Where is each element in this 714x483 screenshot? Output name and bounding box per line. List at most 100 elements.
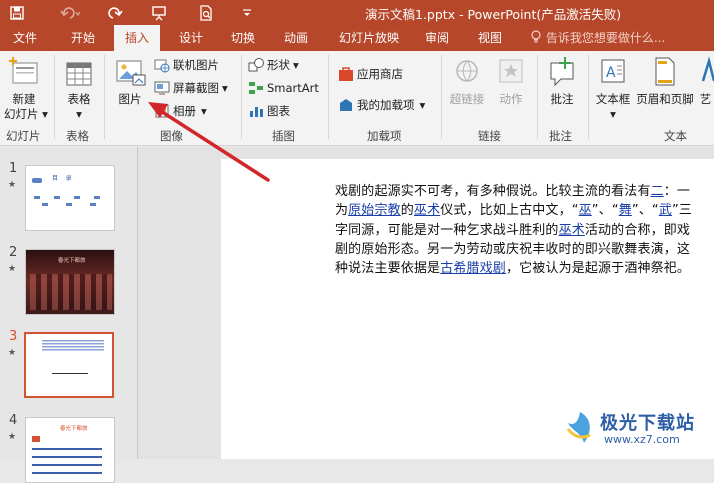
- comment-icon: [550, 57, 574, 87]
- group-divider: [441, 55, 442, 139]
- shapes-button[interactable]: 形状 ▾: [248, 55, 299, 75]
- text-link[interactable]: 原始宗教: [348, 203, 401, 218]
- new-slide-button[interactable]: 新建 幻灯片 ▾: [4, 55, 48, 122]
- store-icon: [339, 67, 353, 81]
- my-addins-label: 我的加载项: [357, 98, 415, 112]
- window-title: 演示文稿1.pptx - PowerPoint(产品激活失败): [365, 7, 622, 22]
- comment-button[interactable]: 批注: [541, 55, 583, 107]
- thumb-list: [32, 448, 102, 478]
- tab-animations[interactable]: 动画: [273, 25, 319, 51]
- group-divider: [588, 55, 589, 139]
- text-link[interactable]: 舞: [619, 203, 632, 218]
- thumb-decoration: [32, 436, 40, 442]
- body-text: “: [571, 203, 579, 219]
- chevron-down-icon: ▾: [610, 107, 616, 121]
- hyperlink-button[interactable]: 超链接: [447, 55, 487, 107]
- new-slide-label1: 新建: [12, 92, 36, 106]
- addins-icon: [340, 99, 352, 111]
- table-button[interactable]: 表格 ▾: [60, 55, 98, 122]
- undo-icon[interactable]: [56, 3, 86, 22]
- tab-review[interactable]: 审阅: [417, 25, 457, 51]
- online-picture-button[interactable]: 联机图片: [154, 55, 219, 75]
- wordart-icon: [701, 56, 714, 82]
- text-link[interactable]: 巫: [579, 203, 592, 218]
- customize-qat-icon[interactable]: [238, 3, 256, 22]
- tab-view[interactable]: 视图: [470, 25, 510, 51]
- title-bar: 演示文稿1.pptx - PowerPoint(产品激活失败): [0, 0, 714, 25]
- slide-thumbnail-2[interactable]: 春光下都旅: [25, 249, 115, 315]
- tab-insert[interactable]: 插入: [114, 25, 160, 51]
- tab-design[interactable]: 设计: [168, 25, 214, 51]
- thumb-line: [52, 373, 88, 374]
- globe-link-icon: [456, 60, 478, 82]
- chevron-down-icon: ▾: [419, 98, 426, 112]
- tell-me-box[interactable]: 告诉我您想要做什么...: [530, 25, 665, 51]
- tab-transitions[interactable]: 切换: [220, 25, 266, 51]
- watermark-logo-icon: [566, 412, 591, 443]
- body-text: 仪式，比如上古中文，: [440, 203, 572, 219]
- text-link[interactable]: 巫术: [414, 203, 440, 218]
- presentation-icon[interactable]: [148, 3, 170, 22]
- slide-number: 4: [9, 413, 18, 428]
- slide-number: 3: [9, 329, 18, 344]
- tab-slideshow[interactable]: 幻灯片放映: [331, 25, 407, 51]
- preview-icon[interactable]: [195, 3, 217, 22]
- annotation-arrow: [148, 102, 270, 182]
- thumb-title: 春光下都旅: [58, 258, 86, 264]
- group-slides-label: 幻灯片: [6, 129, 41, 143]
- body-text: ，它被认为是起源于酒神祭祀。: [505, 261, 691, 277]
- group-comments-label: 批注: [549, 129, 572, 143]
- shapes-label: 形状: [267, 58, 290, 72]
- store-label: 应用商店: [357, 67, 403, 81]
- slide-thumbnail-1[interactable]: 目 录: [25, 165, 115, 231]
- action-button[interactable]: 动作: [492, 55, 530, 107]
- animation-star-icon: ★: [8, 264, 17, 274]
- slide-text-box[interactable]: 戏剧的起源实不可考，有多种假说。比较主流的看法有二：一为原始宗教的巫术仪式，比如…: [335, 182, 700, 278]
- header-footer-label: 页眉和页脚: [636, 92, 694, 106]
- group-addins-label: 加载项: [367, 129, 402, 143]
- chevron-down-icon: ▾: [293, 58, 299, 72]
- table-icon: [66, 62, 92, 86]
- watermark-text: 极光下载站: [600, 413, 695, 434]
- tab-home[interactable]: 开始: [60, 25, 106, 51]
- redo-icon[interactable]: [104, 3, 126, 22]
- text-link[interactable]: 巫术: [559, 223, 585, 238]
- textbox-button[interactable]: A 文本框 ▾: [592, 55, 634, 122]
- my-addins-button[interactable]: 我的加载项 ▾: [338, 95, 425, 115]
- store-button[interactable]: 应用商店: [338, 64, 403, 84]
- tab-file[interactable]: 文件: [0, 25, 50, 51]
- slide-thumbnails-pane[interactable]: 1 ★ 目 录 2 ★ 春光下都旅 3 ★ 4 ★ 春光下都旅: [0, 147, 137, 483]
- body-text: 戏剧的起源实不可考，有多种假说。比较主流的看法有: [335, 184, 651, 199]
- ribbon-tabs: 文件 开始 插入 设计 切换 动画 幻灯片放映 审阅 视图 告诉我您想要做什么.…: [0, 25, 714, 51]
- thumb-crowd-image: [30, 274, 112, 310]
- chevron-down-icon: ▾: [76, 107, 82, 121]
- slide-thumbnail-3[interactable]: [24, 332, 114, 398]
- online-picture-icon: [154, 59, 170, 73]
- slide-number: 2: [9, 245, 18, 260]
- body-text: “: [611, 203, 619, 219]
- group-links-label: 链接: [478, 129, 501, 143]
- hyperlink-label: 超链接: [449, 92, 485, 106]
- table-label: 表格: [67, 92, 91, 106]
- header-footer-button[interactable]: 页眉和页脚: [634, 55, 696, 107]
- text-link[interactable]: 武: [659, 203, 672, 218]
- wordart-button[interactable]: 艺: [697, 55, 714, 107]
- action-star-icon: [499, 59, 523, 83]
- new-slide-icon: [9, 57, 38, 84]
- slide-thumbnail-4[interactable]: 春光下都旅: [25, 417, 115, 483]
- body-text: ”、: [591, 203, 612, 219]
- action-label: 动作: [499, 92, 523, 106]
- thumb-title: 目 录: [52, 175, 72, 182]
- group-divider: [104, 55, 105, 139]
- save-icon[interactable]: [6, 3, 28, 22]
- textbox-label: 文本框: [595, 92, 631, 106]
- animation-star-icon: ★: [8, 348, 17, 358]
- body-text: ”、“: [631, 203, 659, 219]
- text-link[interactable]: 古希腊戏剧: [440, 261, 506, 276]
- header-footer-icon: [655, 57, 675, 86]
- body-text: 的: [400, 203, 414, 219]
- text-link[interactable]: 二: [651, 184, 664, 199]
- watermark: 极光下载站 www.xz7.com: [560, 405, 710, 455]
- lightbulb-icon: [530, 30, 546, 45]
- animation-star-icon: ★: [8, 432, 17, 442]
